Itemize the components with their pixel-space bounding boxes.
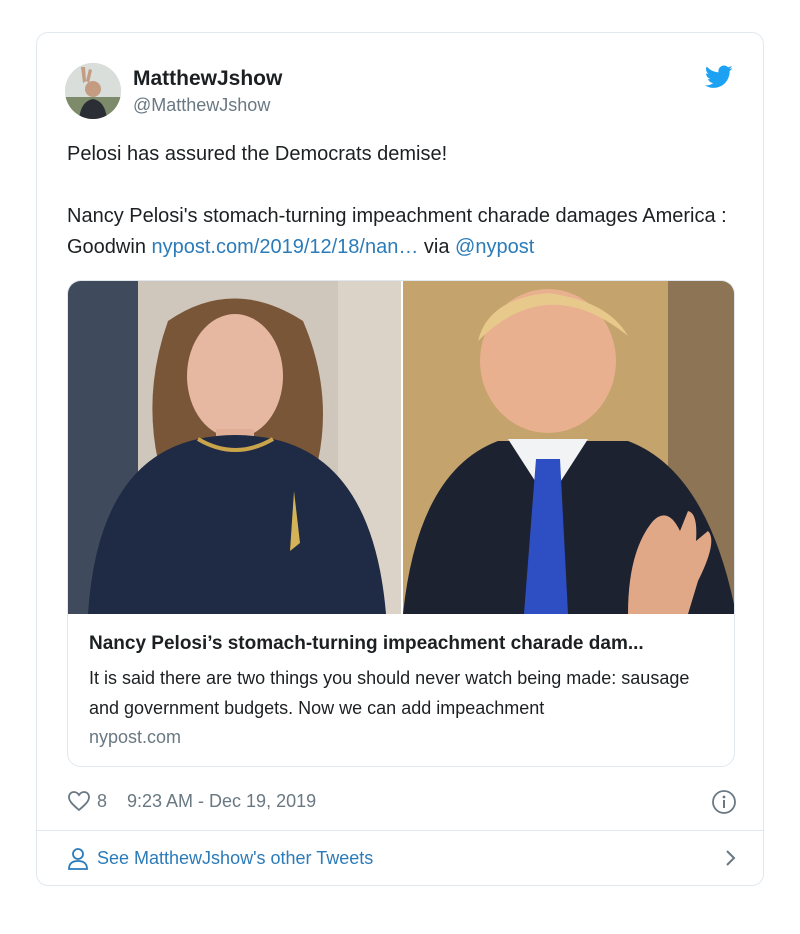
- heart-icon[interactable]: [67, 790, 91, 812]
- tweet-line-1: Pelosi has assured the Democrats demise!: [67, 143, 448, 165]
- card-domain: nypost.com: [89, 727, 182, 747]
- chevron-right-icon[interactable]: [723, 848, 739, 868]
- twitter-bird-icon[interactable]: [705, 65, 733, 89]
- avatar[interactable]: [65, 63, 121, 119]
- user-handle[interactable]: @MatthewJshow: [133, 95, 270, 116]
- other-tweets-link[interactable]: See MatthewJshow's other Tweets: [67, 845, 739, 873]
- tweet-meta: 8 9:23 AM - Dec 19, 2019: [67, 789, 739, 815]
- via-text: via: [418, 236, 456, 258]
- card-description: It is said there are two things you shou…: [89, 668, 690, 718]
- card-title[interactable]: Nancy Pelosi’s stomach-turning impeachme…: [89, 633, 719, 655]
- display-name[interactable]: MatthewJshow: [133, 67, 282, 91]
- link-card[interactable]: Nancy Pelosi’s stomach-turning impeachme…: [67, 280, 735, 767]
- divider: [37, 830, 763, 831]
- article-link[interactable]: nypost.com/2019/12/18/nan…: [152, 236, 419, 258]
- like-count[interactable]: 8: [97, 791, 107, 812]
- card-image[interactable]: [68, 281, 734, 614]
- other-tweets-label[interactable]: See MatthewJshow's other Tweets: [97, 848, 373, 869]
- mention-link[interactable]: @nypost: [455, 236, 534, 258]
- timestamp[interactable]: 9:23 AM - Dec 19, 2019: [127, 791, 316, 812]
- tweet-header: MatthewJshow @MatthewJshow: [65, 61, 737, 121]
- info-icon[interactable]: [711, 789, 737, 815]
- embedded-tweet: MatthewJshow @MatthewJshow Pelosi has as…: [36, 32, 764, 886]
- tweet-line-2: Nancy Pelosi's stomach-turning impeachme…: [67, 201, 747, 263]
- card-text: Nancy Pelosi’s stomach-turning impeachme…: [89, 633, 719, 748]
- person-icon: [68, 848, 88, 870]
- tweet-text: Pelosi has assured the Democrats demise!…: [67, 139, 747, 263]
